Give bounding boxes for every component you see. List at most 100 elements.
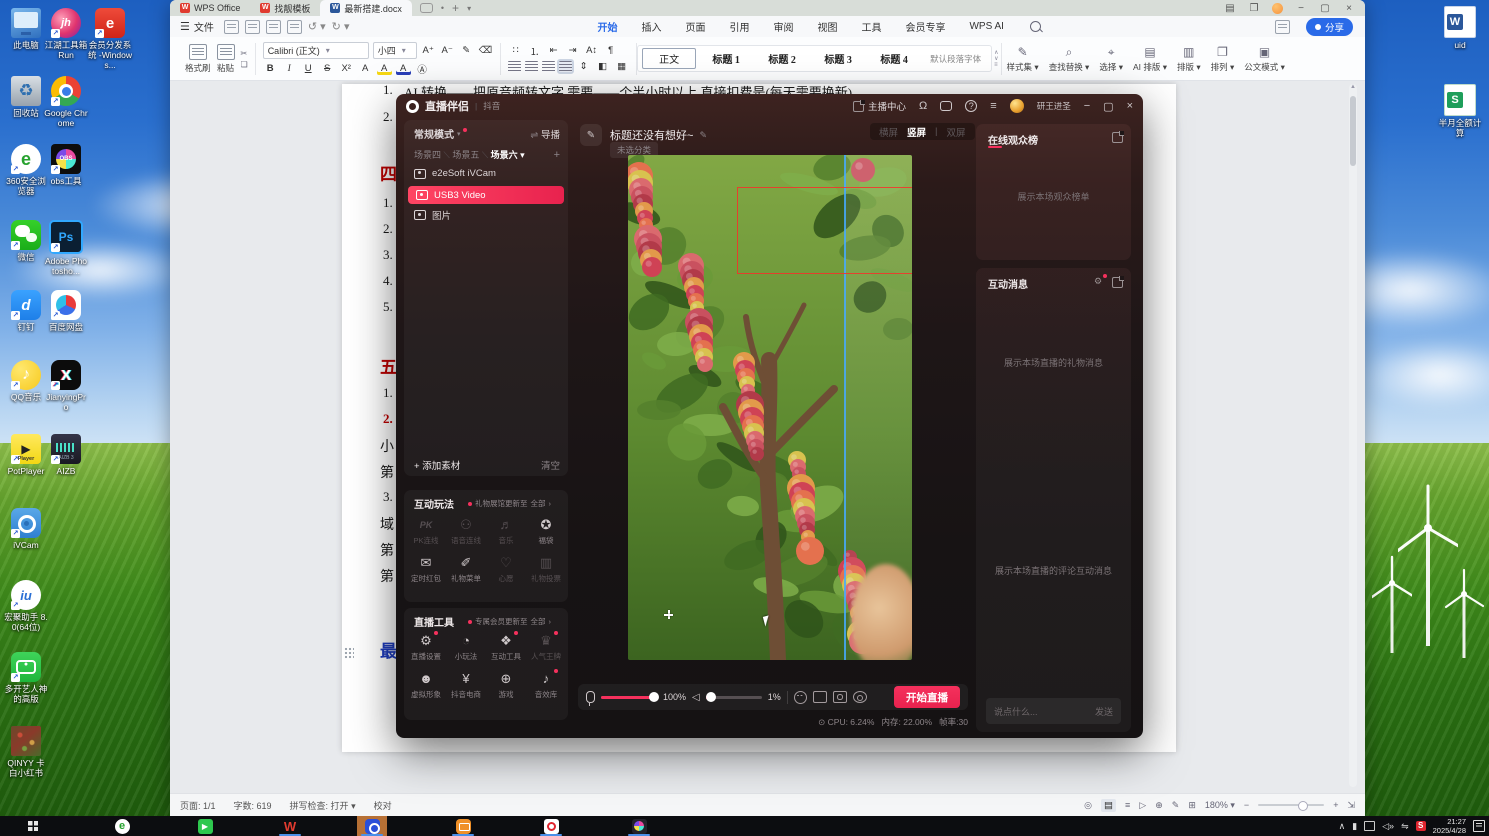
pen-input-icon[interactable]: ▮: [1352, 821, 1357, 832]
stream-settings-icon[interactable]: [852, 691, 867, 703]
format-painter-button[interactable]: 格式刷: [185, 43, 211, 74]
shrink-font-button[interactable]: A⁻: [440, 44, 455, 57]
desktop-icon-ps[interactable]: Ps ↗ Adobe Photosho...: [44, 220, 88, 276]
style-item-5[interactable]: 默认段落字体: [924, 51, 987, 67]
play-礼物菜单[interactable]: ✐ 礼物菜单: [446, 554, 486, 592]
wps-doc-tab-0[interactable]: W WPS Office: [170, 0, 250, 16]
zoom-in-button[interactable]: +: [1333, 800, 1338, 810]
desktop-icon-qq[interactable]: ♪ ↗ QQ音乐: [4, 360, 48, 402]
desktop-icon-pc[interactable]: 此电脑: [4, 8, 48, 50]
ribbon-tool-5[interactable]: ❐ 排列 ▾: [1206, 45, 1240, 73]
share-button[interactable]: 分享: [1305, 17, 1353, 36]
align-justify-button[interactable]: [557, 59, 575, 74]
speaker-icon[interactable]: ◁: [692, 692, 700, 703]
style-item-4[interactable]: 标题 4: [868, 49, 920, 68]
camera-icon[interactable]: [832, 691, 847, 703]
taskbar-app-browser-360[interactable]: e: [107, 816, 137, 836]
italic-button[interactable]: I: [282, 62, 297, 75]
font-name-select[interactable]: Calibri (正文) ▾: [262, 42, 369, 59]
char-border-button[interactable]: Ⓐ: [415, 62, 430, 76]
mic-volume-slider[interactable]: [601, 691, 659, 702]
font-color-button[interactable]: A: [396, 62, 411, 75]
studio-minimize-button[interactable]: −: [1084, 100, 1090, 112]
styles-gallery-scroll[interactable]: ∧ ∨ ≡: [992, 50, 1000, 68]
file-menu[interactable]: ☰ 文件: [170, 19, 224, 34]
tab-list-caret[interactable]: ▾: [467, 4, 471, 13]
indent-button[interactable]: ⇥: [565, 44, 580, 57]
bold-button[interactable]: B: [263, 62, 278, 75]
desktop-icon-wechat[interactable]: ↗ 微信: [4, 220, 48, 262]
paste-button[interactable]: 粘贴: [216, 43, 235, 74]
chat-input[interactable]: 说点什么... 发送: [986, 698, 1121, 724]
desktop-icon-ding[interactable]: d ↗ 钉钉: [4, 290, 48, 332]
search-icon[interactable]: [1029, 21, 1041, 32]
taskbar-app-live-companion[interactable]: [357, 816, 387, 836]
wps-minimize-button[interactable]: −: [1295, 3, 1307, 14]
superscript-button[interactable]: X²: [339, 62, 354, 75]
ribbon-tool-2[interactable]: ⌖ 选择 ▾: [1094, 45, 1128, 73]
desktop-icon-pot[interactable]: ▶↗ PotPlayer: [4, 434, 48, 476]
input-method-icon[interactable]: S: [1415, 821, 1426, 831]
taskbar-app-live-o-app[interactable]: [536, 816, 566, 836]
help-icon[interactable]: ?: [965, 100, 978, 112]
comment-bubble-icon[interactable]: [419, 3, 433, 13]
wps-doc-tab-2[interactable]: W 最新搭建.docx: [320, 0, 412, 16]
tool-音效库[interactable]: ♪ 音效库: [526, 669, 566, 708]
ribbon-tab-WPS AI[interactable]: WPS AI: [957, 19, 1015, 34]
desktop-icon-vip[interactable]: e ↗ 会员分发系统 -Windows...: [88, 8, 132, 70]
desktop-icon-aizb[interactable]: ↗ AIZB: [44, 434, 88, 476]
start-button[interactable]: [16, 816, 50, 836]
undo-icon[interactable]: ↺ ▾: [308, 20, 326, 33]
stream-title[interactable]: 标题还没有想好~: [610, 127, 693, 143]
tool-虚拟形象[interactable]: ☻ 虚拟形象: [406, 670, 446, 708]
tool-人气王牌[interactable]: ♛ 人气王牌: [526, 631, 566, 670]
grow-font-button[interactable]: A⁺: [421, 44, 436, 57]
underline-button[interactable]: U: [301, 62, 316, 75]
print-icon[interactable]: [265, 19, 281, 34]
desktop-icon-obs[interactable]: ↗ obs工具: [44, 144, 88, 186]
style-item-1[interactable]: 标题 1: [700, 49, 752, 68]
vertical-scrollbar[interactable]: [1349, 84, 1357, 787]
tray-expand-icon[interactable]: ∧: [1339, 821, 1346, 832]
line-spacing-button[interactable]: ⇕: [576, 60, 591, 73]
cloud-sync-icon[interactable]: [1274, 19, 1290, 34]
play-PK连线[interactable]: PK PK连线: [406, 516, 446, 554]
taskbar-app-wps-office[interactable]: W: [275, 816, 305, 836]
play-音乐[interactable]: ♬ 音乐: [486, 516, 526, 554]
shading-button[interactable]: ◧: [595, 60, 610, 73]
popout-icon[interactable]: [1112, 276, 1124, 288]
save-icon[interactable]: [223, 19, 239, 34]
mode-landscape[interactable]: 横屏: [879, 125, 898, 139]
font-size-select[interactable]: 小四 ▾: [372, 42, 417, 59]
bullets-button[interactable]: ∷: [508, 44, 523, 57]
source-selection-box[interactable]: [737, 187, 912, 274]
preview-icon[interactable]: [286, 19, 302, 34]
scene-tab-场景六[interactable]: 场景六 ▾: [491, 150, 525, 160]
menu-icon[interactable]: ≡: [990, 100, 996, 112]
style-item-0[interactable]: 正文: [642, 48, 697, 69]
ribbon-tool-3[interactable]: ▤ AI 排版 ▾: [1128, 45, 1172, 73]
ribbon-tab-开始[interactable]: 开始: [585, 17, 629, 39]
network-icon[interactable]: ⇋: [1401, 821, 1409, 832]
scene-tab-场景五[interactable]: 场景五: [452, 150, 479, 160]
taskbar-app-obs-studio[interactable]: [624, 816, 654, 836]
speaker-volume-slider[interactable]: [705, 691, 762, 702]
word-count[interactable]: 字数: 619: [234, 799, 272, 812]
desktop-icon-chrome[interactable]: ↗ Google Chrome: [44, 76, 88, 128]
studio-maximize-button[interactable]: ▢: [1103, 100, 1113, 113]
align-left-button[interactable]: [508, 61, 522, 72]
ribbon-tab-插入[interactable]: 插入: [629, 17, 673, 36]
desktop-icon-ivcam[interactable]: ↗ iVCam: [4, 508, 48, 550]
taskbar-app-video-clip-app[interactable]: ▶: [190, 816, 220, 836]
play-福袋[interactable]: ✪ 福袋: [526, 516, 566, 554]
director-button[interactable]: ⇌ 导播: [530, 127, 560, 141]
text-direction-button[interactable]: A↕: [584, 44, 599, 57]
numbering-button[interactable]: ⒈: [527, 44, 542, 58]
desktop-icon-sdoc[interactable]: 半月全额计算: [1438, 84, 1482, 138]
outdent-button[interactable]: ⇤: [546, 44, 561, 57]
style-item-3[interactable]: 标题 3: [812, 49, 864, 68]
studio-close-button[interactable]: ×: [1127, 100, 1133, 112]
taskbar-app-camera-app[interactable]: [448, 816, 478, 836]
notification-center-icon[interactable]: [1473, 820, 1485, 832]
fullscreen-icon[interactable]: ⇲: [1347, 800, 1355, 811]
